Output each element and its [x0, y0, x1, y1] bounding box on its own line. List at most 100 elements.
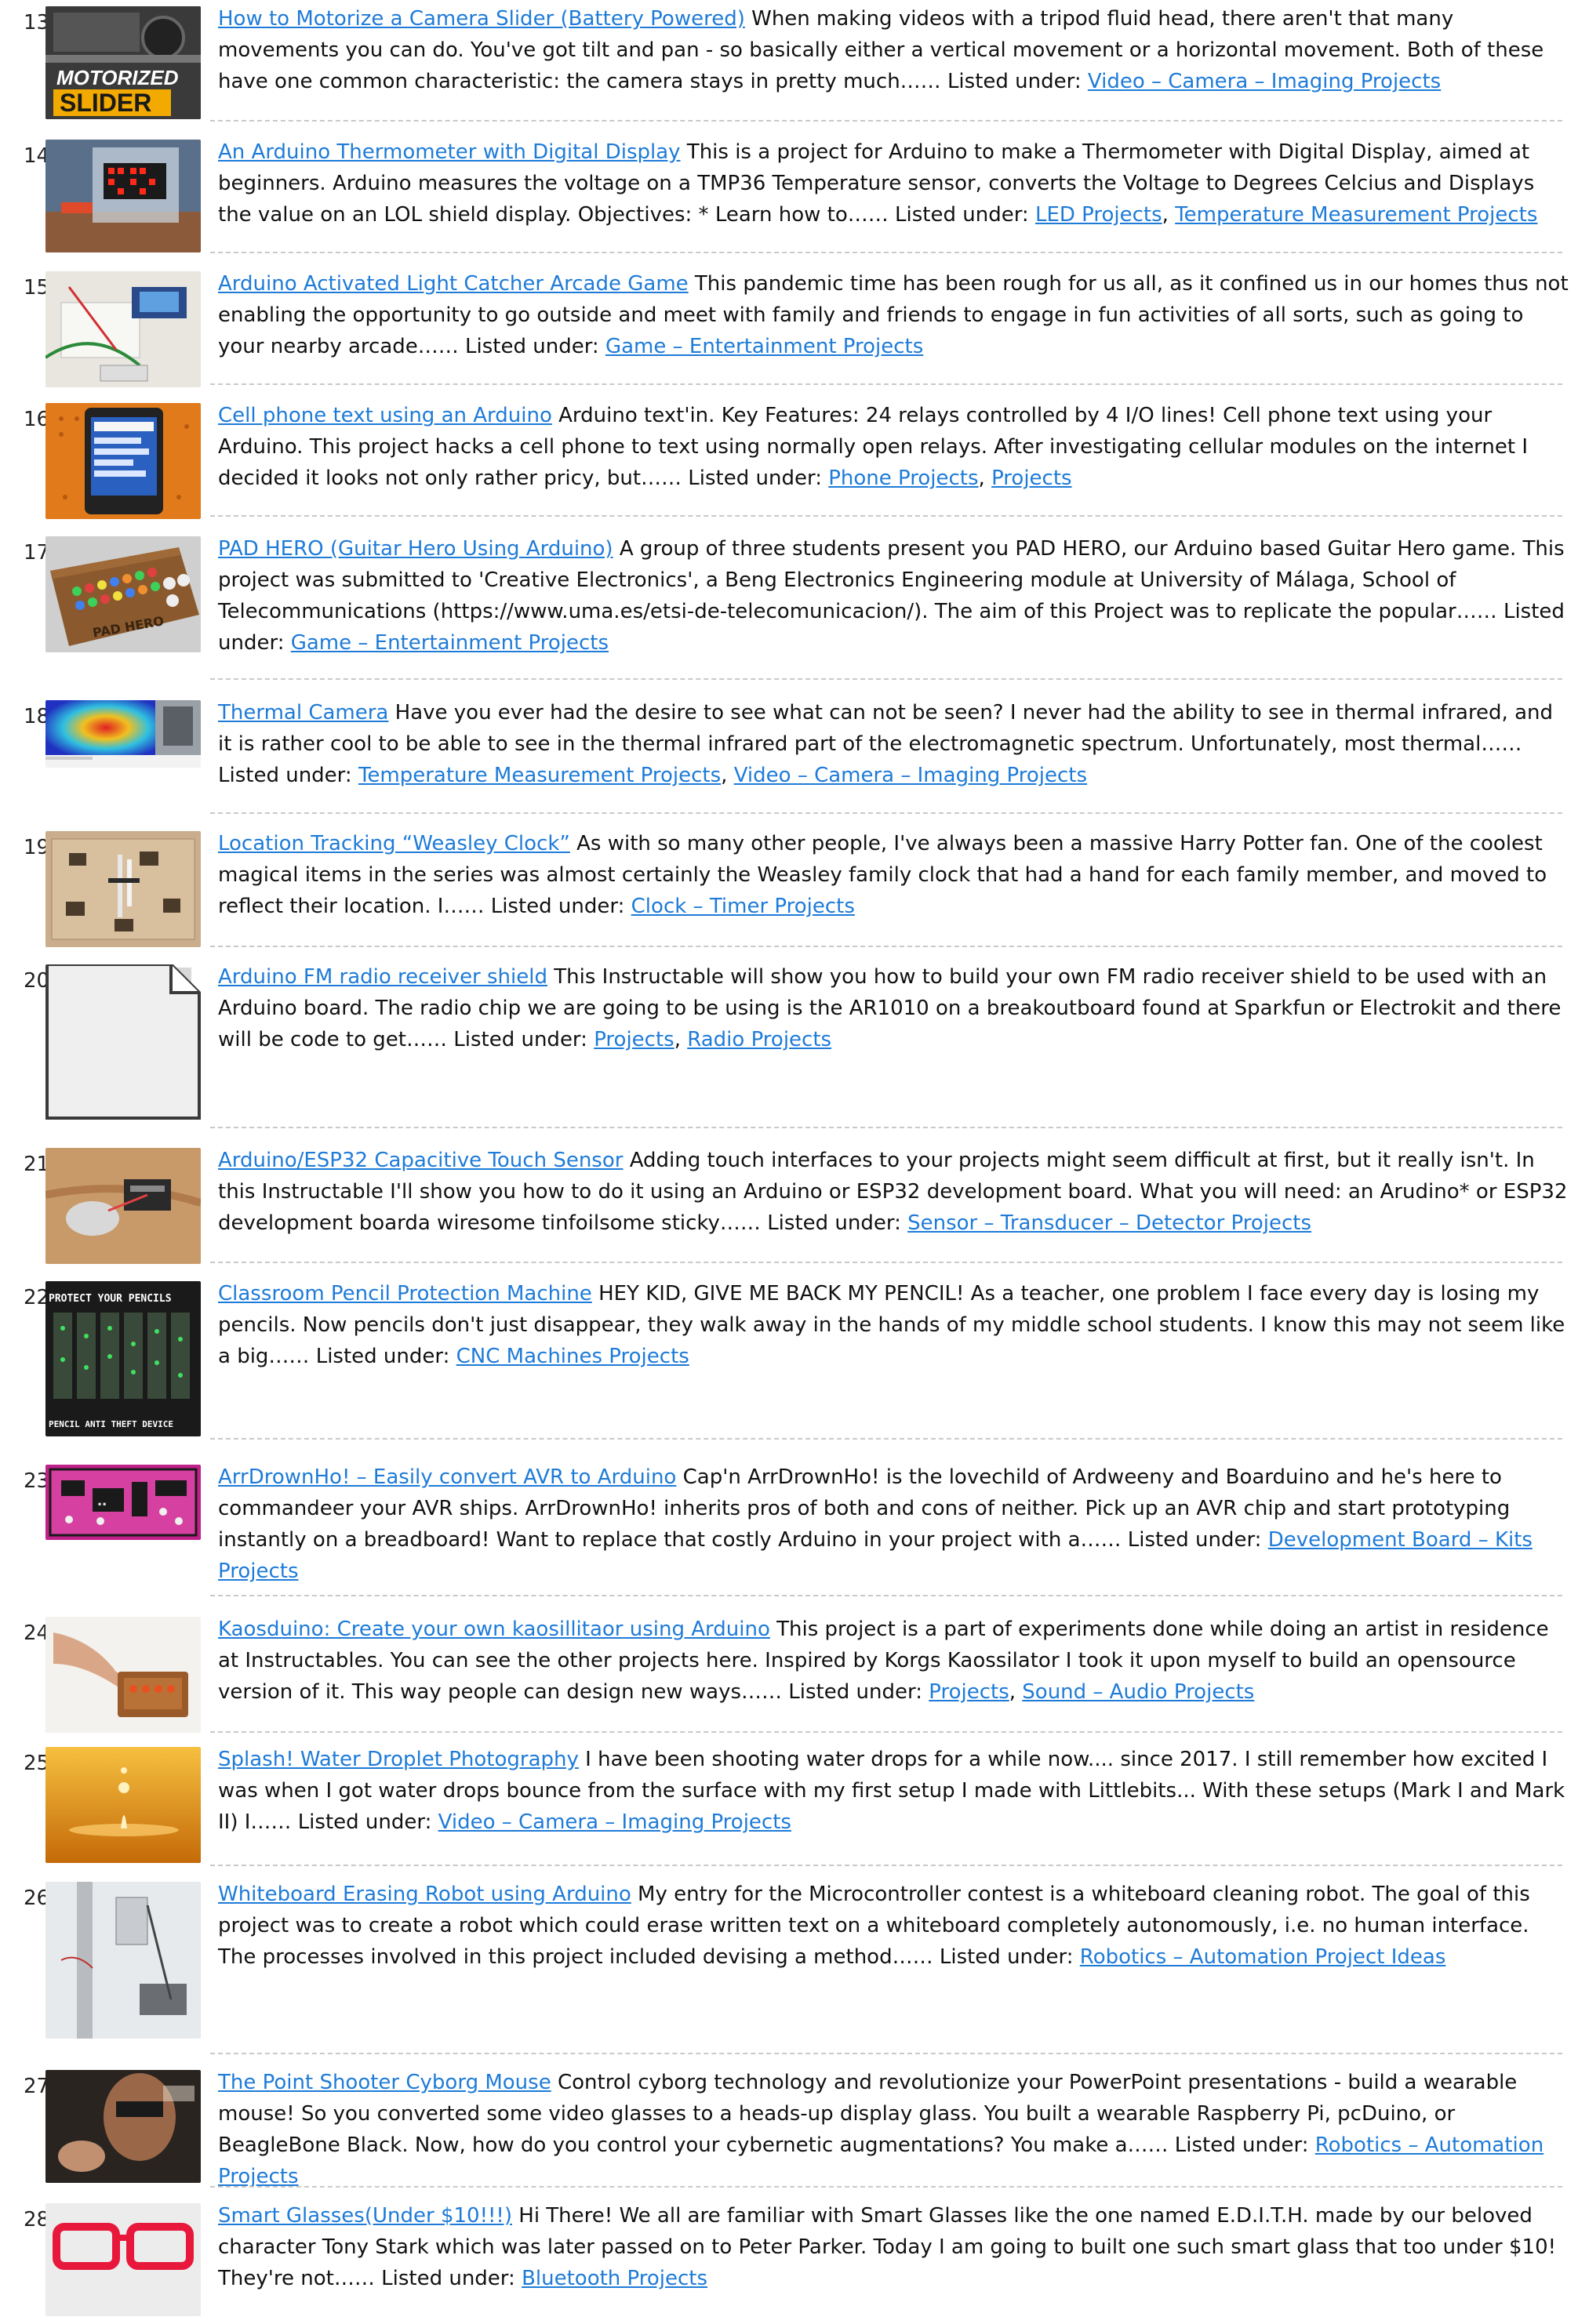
item-description: Kaosduino: Create your own kaosillitaor …	[218, 1618, 1549, 1704]
category-link[interactable]: Temperature Measurement Projects	[358, 764, 721, 787]
item-title-link[interactable]: Arduino Activated Light Catcher Arcade G…	[218, 272, 689, 296]
item-description: ArrDrownHo! – Easily convert AVR to Ardu…	[218, 1462, 1569, 1587]
item-title-link[interactable]: How to Motorize a Camera Slider (Battery…	[218, 7, 745, 31]
thumbnail-image[interactable]: PAD HERO	[45, 536, 201, 652]
thumbnail-image[interactable]	[45, 1617, 201, 1733]
item-divider	[210, 120, 1562, 122]
category-link[interactable]: Projects	[594, 1028, 674, 1051]
thumb-caption: PENCIL ANTI THEFT DEVICE	[49, 1419, 173, 1429]
item-divider	[210, 812, 1562, 814]
thumbnail-image[interactable]	[45, 831, 201, 947]
listed-under-label: Listed under:	[315, 1345, 450, 1368]
item-divider	[210, 1127, 1562, 1128]
item-description: How to Motorize a Camera Slider (Battery…	[218, 3, 1569, 97]
category-link[interactable]: CNC Machines Projects	[456, 1345, 689, 1368]
item-description: An Arduino Thermometer with Digital Disp…	[218, 140, 1538, 227]
thumbnail-image[interactable]	[45, 964, 201, 1121]
item-divider	[210, 678, 1562, 680]
item-title-link[interactable]: Cell phone text using an Arduino	[218, 404, 552, 427]
category-link[interactable]: Game – Entertainment Projects	[605, 335, 923, 358]
item-description: Thermal Camera Have you ever had the des…	[218, 701, 1554, 787]
item-title-link[interactable]: Smart Glasses(Under $10!!!)	[218, 2204, 512, 2228]
listed-under-label: Listed under:	[767, 1211, 901, 1235]
listed-under-label: Listed under:	[453, 1028, 587, 1051]
listed-under-label: Listed under:	[1127, 1528, 1262, 1552]
category-link[interactable]: Temperature Measurement Projects	[1175, 203, 1537, 227]
item-description: Whiteboard Erasing Robot using Arduino M…	[218, 1879, 1569, 1973]
thumbnail-image[interactable]: MOTORIZED SLIDER	[45, 6, 201, 119]
category-link[interactable]: Robotics – Automation Project Ideas	[1080, 1945, 1446, 1969]
listed-under-label: Listed under:	[1174, 2133, 1309, 2157]
category-link[interactable]: Projects	[929, 1680, 1009, 1704]
item-title-link[interactable]: Splash! Water Droplet Photography	[218, 1748, 579, 1771]
item-title-link[interactable]: ArrDrownHo! – Easily convert AVR to Ardu…	[218, 1465, 676, 1489]
thumbnail-image[interactable]	[45, 140, 201, 252]
category-link[interactable]: Video – Camera – Imaging Projects	[1088, 70, 1441, 93]
listed-under-label: Listed under:	[218, 764, 352, 787]
thumbnail-image[interactable]	[45, 2070, 201, 2183]
item-divider	[210, 2186, 1562, 2188]
category-link[interactable]: Radio Projects	[687, 1028, 831, 1051]
category-link[interactable]: Video – Camera – Imaging Projects	[734, 764, 1087, 787]
thumbnail-image[interactable]	[45, 271, 201, 387]
item-title-link[interactable]: Classroom Pencil Protection Machine	[218, 1282, 592, 1305]
thumbnail-image[interactable]	[45, 403, 201, 519]
item-description: Cell phone text using an Arduino Arduino…	[218, 404, 1529, 490]
thumbnail-image[interactable]: ..	[45, 1465, 201, 1540]
item-title-link[interactable]: Arduino FM radio receiver shield	[218, 965, 547, 989]
item-title-link[interactable]: Kaosduino: Create your own kaosillitaor …	[218, 1618, 770, 1641]
thumbnail-image[interactable]: PROTECT YOUR PENCILS PENCIL ANTI THEFT D…	[45, 1281, 201, 1436]
thumb-caption: MOTORIZED	[56, 66, 179, 89]
item-divider	[210, 383, 1562, 385]
item-divider	[210, 2053, 1562, 2054]
item-title-link[interactable]: Thermal Camera	[218, 701, 388, 724]
item-description: Smart Glasses(Under $10!!!) Hi There! We…	[218, 2200, 1569, 2294]
thumbnail-image[interactable]	[45, 1747, 201, 1863]
category-link[interactable]: Video – Camera – Imaging Projects	[438, 1810, 791, 1834]
category-link[interactable]: Bluetooth Projects	[522, 2267, 707, 2290]
item-description: PAD HERO (Guitar Hero Using Arduino) A g…	[218, 533, 1569, 659]
item-divider	[210, 1865, 1562, 1866]
listed-under-label: Listed under:	[297, 1810, 432, 1834]
thumbnail-image[interactable]	[45, 700, 201, 768]
item-description: Arduino Activated Light Catcher Arcade G…	[218, 268, 1569, 362]
item-description: The Point Shooter Cyborg Mouse Control c…	[218, 2067, 1569, 2192]
item-divider	[210, 515, 1562, 517]
item-title-link[interactable]: Arduino/ESP32 Capacitive Touch Sensor	[218, 1149, 623, 1172]
item-title-link[interactable]: PAD HERO (Guitar Hero Using Arduino)	[218, 537, 613, 561]
item-description: Arduino FM radio receiver shield This In…	[218, 965, 1562, 1051]
item-title-link[interactable]: The Point Shooter Cyborg Mouse	[218, 2071, 551, 2094]
thumbnail-image[interactable]	[45, 1882, 201, 2039]
category-link[interactable]: Sensor – Transducer – Detector Projects	[907, 1211, 1311, 1235]
svg-text:..: ..	[97, 1490, 107, 1509]
listed-under-label: Listed under:	[947, 70, 1082, 93]
category-link[interactable]: Sound – Audio Projects	[1022, 1680, 1254, 1704]
listed-under-label: Listed under:	[688, 467, 822, 490]
item-description: Arduino/ESP32 Capacitive Touch Sensor Ad…	[218, 1145, 1569, 1239]
category-link[interactable]: Clock – Timer Projects	[631, 895, 855, 918]
thumb-caption: PROTECT YOUR PENCILS	[49, 1293, 172, 1305]
item-divider	[210, 1262, 1562, 1263]
listed-under-label: Listed under:	[788, 1680, 922, 1704]
thumbnail-image[interactable]	[45, 2203, 201, 2316]
category-link[interactable]: LED Projects	[1035, 203, 1162, 227]
item-divider	[210, 946, 1562, 947]
thumbnail-image[interactable]	[45, 1148, 201, 1264]
listed-under-label: Listed under:	[895, 203, 1029, 227]
item-divider	[210, 252, 1562, 253]
item-description: Location Tracking “Weasley Clock” As wit…	[218, 828, 1569, 922]
item-title-link[interactable]: Whiteboard Erasing Robot using Arduino	[218, 1883, 631, 1906]
item-summary: Have you ever had the desire to see what…	[218, 701, 1554, 756]
category-link[interactable]: Phone Projects	[828, 467, 978, 490]
listed-under-label: Listed under:	[381, 2267, 515, 2290]
listed-under-label: Listed under:	[939, 1945, 1074, 1969]
category-link[interactable]: Projects	[991, 467, 1072, 490]
listed-under-label: Listed under:	[490, 895, 625, 918]
thumb-caption: SLIDER	[60, 89, 151, 117]
item-title-link[interactable]: An Arduino Thermometer with Digital Disp…	[218, 140, 681, 164]
category-link[interactable]: Game – Entertainment Projects	[291, 631, 609, 655]
item-description: Splash! Water Droplet Photography I have…	[218, 1744, 1569, 1838]
item-title-link[interactable]: Location Tracking “Weasley Clock”	[218, 832, 570, 855]
listed-under-label: Listed under:	[465, 335, 599, 358]
item-divider	[210, 1595, 1562, 1596]
